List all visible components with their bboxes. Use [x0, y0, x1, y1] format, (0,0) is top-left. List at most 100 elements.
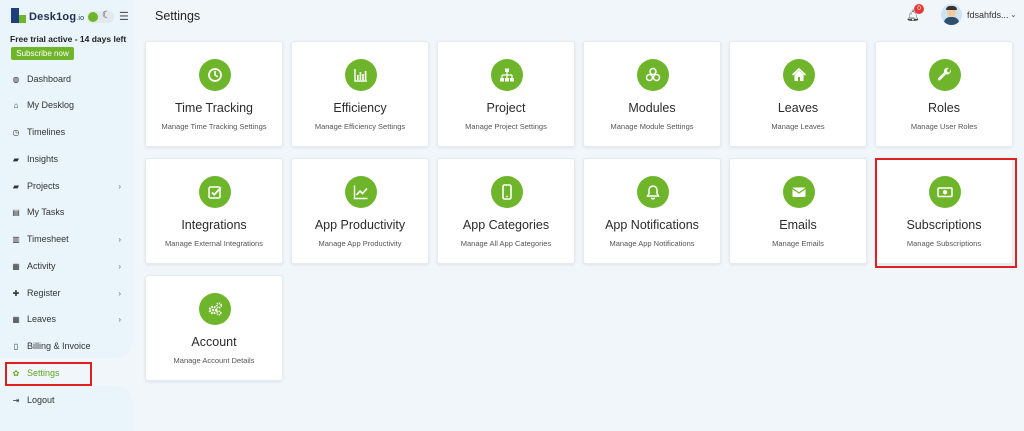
plus-icon: ✚	[12, 288, 20, 298]
envelope-icon	[783, 176, 815, 208]
gears-icon	[199, 293, 231, 325]
card-subtitle: Manage App Productivity	[318, 239, 402, 248]
folder-icon: ▰	[12, 181, 20, 191]
theme-toggle[interactable]: ☾	[87, 10, 114, 23]
card-title: Leaves	[777, 101, 819, 115]
check-square-icon	[199, 176, 231, 208]
clock-icon	[199, 59, 231, 91]
sidebar-item-label: Projects	[27, 181, 60, 191]
sidebar: Desk1og.io ☾ ☰ Free trial active - 14 da…	[0, 0, 133, 431]
sidebar-item-insights[interactable]: ▰ Insights	[11, 151, 121, 167]
sidebar-item-label: My Tasks	[27, 207, 65, 217]
card-subtitle: Manage Efficiency Settings	[314, 122, 406, 131]
card-title: App Categories	[462, 218, 550, 232]
home-icon	[783, 59, 815, 91]
sidebar-item-timelines[interactable]: ◷ Timelines	[11, 124, 121, 140]
sidebar-item-timesheet[interactable]: ▥ Timesheet ›	[11, 231, 121, 247]
bell-icon	[637, 176, 669, 208]
sidebar-item-label: Leaves	[27, 314, 57, 324]
sidebar-item-logout[interactable]: ⇥ Logout	[11, 392, 121, 408]
settings-card-roles[interactable]: Roles Manage User Roles	[875, 41, 1013, 147]
card-title: Project	[486, 101, 526, 115]
card-title: Efficiency	[333, 101, 387, 115]
card-title: Time Tracking	[174, 101, 254, 115]
sidebar-item-dashboard[interactable]: ◍ Dashboard	[11, 71, 121, 87]
card-subtitle: Manage Module Settings	[610, 122, 694, 131]
card-title: Roles	[928, 101, 960, 115]
settings-card-project[interactable]: Project Manage Project Settings	[437, 41, 575, 147]
settings-card-app-notifications[interactable]: App Notifications Manage App Notificatio…	[583, 158, 721, 264]
grid-icon: ▦	[12, 261, 20, 271]
chevron-down-icon[interactable]: ⌄	[1010, 10, 1017, 19]
sidebar-item-my-desklog[interactable]: ⌂ My Desklog	[11, 97, 121, 113]
menu-collapse-icon[interactable]: ☰	[119, 10, 129, 23]
settings-card-efficiency[interactable]: Efficiency Manage Efficiency Settings	[291, 41, 429, 147]
username[interactable]: fdsahfds...	[967, 10, 1009, 20]
line-chart-icon	[345, 176, 377, 208]
sidebar-item-register[interactable]: ✚ Register ›	[11, 285, 121, 301]
card-subtitle: Manage User Roles	[910, 122, 978, 131]
logo-mark-icon	[11, 8, 26, 23]
chevron-right-icon: ›	[118, 181, 121, 191]
mobile-icon	[491, 176, 523, 208]
trial-status-text: Free trial active - 14 days left	[10, 34, 127, 44]
card-subtitle: Manage Emails	[772, 239, 824, 248]
card-title: App Productivity	[314, 218, 406, 232]
settings-card-app-categories[interactable]: App Categories Manage All App Categories	[437, 158, 575, 264]
wrench-icon	[929, 59, 961, 91]
book-icon: ▰	[12, 154, 20, 164]
settings-card-modules[interactable]: Modules Manage Module Settings	[583, 41, 721, 147]
sidebar-item-label: Logout	[27, 395, 55, 405]
settings-card-app-productivity[interactable]: App Productivity Manage App Productivity	[291, 158, 429, 264]
invoice-icon: ▯	[13, 341, 19, 351]
sidebar-item-label: My Desklog	[27, 100, 75, 110]
chevron-right-icon: ›	[118, 288, 121, 298]
sidebar-item-label: Timelines	[27, 127, 66, 137]
card-title: Integrations	[181, 218, 247, 232]
settings-card-integrations[interactable]: Integrations Manage External Integration…	[145, 158, 283, 264]
sidebar-item-label: Dashboard	[27, 74, 72, 84]
card-subtitle: Manage Account Details	[173, 356, 255, 365]
sidebar-item-billing-invoice[interactable]: ▯ Billing & Invoice	[11, 338, 121, 354]
sidebar-item-label: Activity	[27, 261, 56, 271]
card-title: Account	[191, 335, 237, 349]
clock-icon: ◷	[12, 127, 20, 137]
card-title: App Notifications	[605, 218, 699, 232]
toggle-knob	[88, 12, 98, 22]
card-subtitle: Manage All App Categories	[460, 239, 552, 248]
dashboard-icon: ◍	[12, 74, 20, 84]
chevron-right-icon: ›	[118, 234, 121, 244]
sidebar-item-label: Register	[27, 288, 61, 298]
settings-card-leaves[interactable]: Leaves Manage Leaves	[729, 41, 867, 147]
app-logo[interactable]: Desk1og.io	[11, 8, 84, 23]
card-subtitle: Manage External Integrations	[165, 239, 263, 248]
sidebar-item-activity[interactable]: ▦ Activity ›	[11, 258, 121, 274]
page-title: Settings	[155, 9, 201, 23]
subscriptions-highlight-box	[875, 158, 1017, 268]
settings-card-time-tracking[interactable]: Time Tracking Manage Time Tracking Setti…	[145, 41, 283, 147]
home-icon: ⌂	[13, 100, 19, 110]
bar-chart-icon	[345, 59, 377, 91]
cubes-icon	[637, 59, 669, 91]
card-subtitle: Manage Time Tracking Settings	[161, 122, 267, 131]
sidebar-item-label: Insights	[27, 154, 59, 164]
subscribe-now-button[interactable]: Subscribe now	[11, 47, 74, 60]
sidebar-item-leaves[interactable]: ▦ Leaves ›	[11, 311, 121, 327]
tasks-icon: ▤	[12, 207, 20, 217]
sidebar-item-label: Timesheet	[27, 234, 69, 244]
card-title: Modules	[628, 101, 676, 115]
settings-card-emails[interactable]: Emails Manage Emails	[729, 158, 867, 264]
card-subtitle: Manage App Notifications	[609, 239, 695, 248]
card-title: Emails	[779, 218, 817, 232]
chevron-right-icon: ›	[118, 314, 121, 324]
avatar[interactable]	[941, 4, 962, 25]
logo-text: Desk1og.io	[29, 11, 85, 23]
sidebar-item-label: Billing & Invoice	[27, 341, 91, 351]
moon-icon: ☾	[102, 10, 111, 21]
sidebar-item-projects[interactable]: ▰ Projects ›	[11, 178, 121, 194]
sidebar-item-my-tasks[interactable]: ▤ My Tasks	[11, 204, 121, 220]
settings-card-account[interactable]: Account Manage Account Details	[145, 275, 283, 381]
notification-count-badge: 0	[914, 4, 924, 14]
settings-highlight-box	[5, 362, 92, 386]
logout-icon: ⇥	[12, 395, 20, 405]
